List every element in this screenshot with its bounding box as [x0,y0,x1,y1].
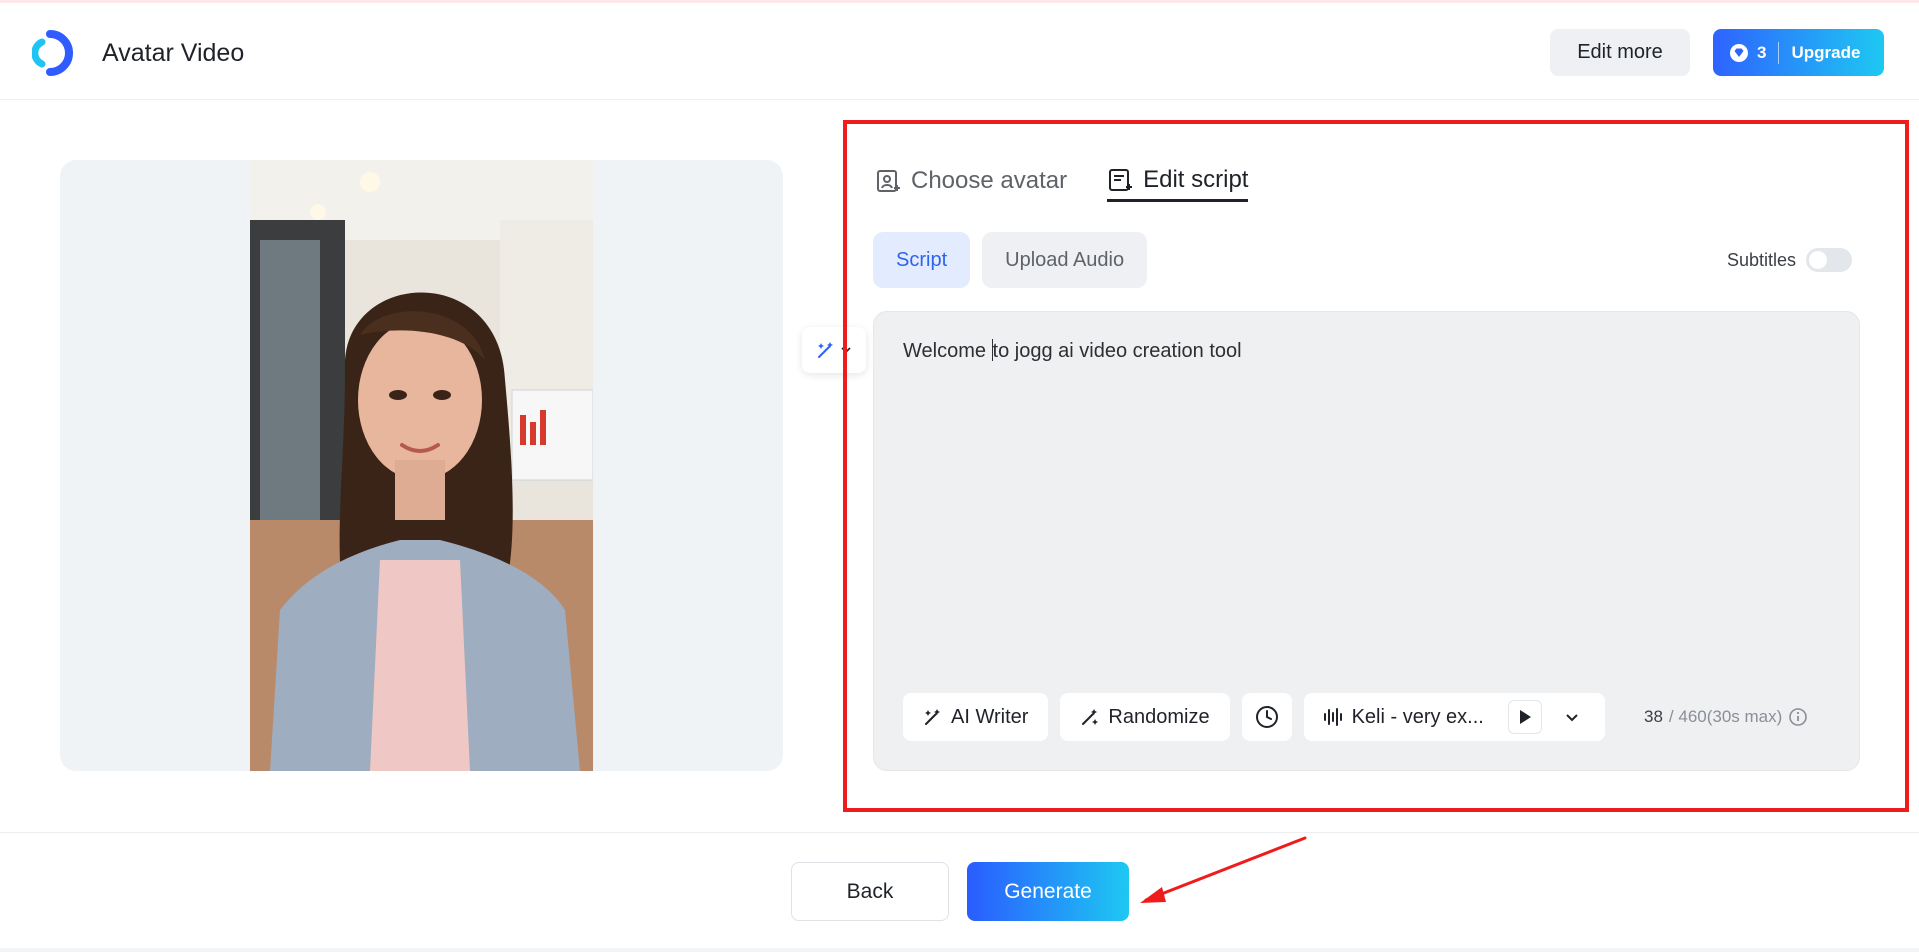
pause-timing-button[interactable] [1241,693,1292,741]
back-button[interactable]: Back [791,862,949,921]
randomize-button[interactable]: Randomize [1060,693,1230,741]
subtitles-toggle[interactable] [1806,248,1853,272]
divider [1778,41,1780,64]
magic-wand-icon [818,342,833,358]
bottom-edge [0,948,1919,952]
diamond-icon [1730,43,1748,62]
clock-icon [1255,706,1278,728]
script-editor[interactable]: Welcome to jogg ai video creation tool A… [873,311,1860,771]
upload-audio-button[interactable]: Upload Audio [982,232,1148,288]
character-limit: / 460(30s max) [1668,707,1783,726]
edit-more-button[interactable]: Edit more [1550,29,1690,76]
footer-divider [0,832,1919,833]
generate-button[interactable]: Generate [967,862,1129,921]
voice-name: Keli - very ex... [1351,705,1484,728]
upgrade-button[interactable]: 3 Upgrade [1713,29,1884,76]
app-header: Avatar Video Edit more 3 Upgrade [0,3,1919,100]
upgrade-label: Upgrade [1791,42,1861,62]
soundwave-icon [1323,708,1342,726]
chevron-down-icon[interactable] [1564,709,1580,725]
script-icon [1109,168,1133,191]
character-counter: 38 / 460(30s max) [1644,707,1808,727]
voice-selector[interactable]: Keli - very ex... [1303,693,1605,741]
jogg-logo [32,30,73,76]
script-text-end: to jogg ai video creation tool [992,340,1242,362]
ai-writer-button[interactable]: AI Writer [903,693,1049,741]
ai-writer-label: AI Writer [951,705,1029,728]
play-icon [1519,710,1531,724]
script-mode-button[interactable]: Script [873,232,971,288]
page-title: Avatar Video [102,39,245,67]
magic-wand-icon [925,709,940,725]
tab-edit-script[interactable]: Edit script [1107,160,1249,202]
sparkle-wand-icon [1082,709,1099,725]
subtitles-label: Subtitles [1727,249,1797,270]
tab-choose-avatar[interactable]: Choose avatar [875,160,1067,202]
tab-edit-script-label: Edit script [1143,165,1249,193]
subtitles-control: Subtitles [1727,248,1853,272]
randomize-label: Randomize [1108,705,1210,728]
script-text[interactable]: Welcome to jogg ai video creation tool [903,339,1242,363]
avatar-image [250,160,593,771]
character-count: 38 [1644,707,1663,726]
annotation-arrow [1140,836,1307,903]
avatar-icon [877,170,900,192]
credits-count: 3 [1757,42,1767,62]
tab-choose-avatar-label: Choose avatar [911,167,1068,194]
script-text-start: Welcome [903,340,992,362]
editor-tabs: Choose avatar Edit script [875,160,1249,202]
script-mode-switch: Script Upload Audio [873,232,1148,288]
info-icon[interactable] [1788,707,1808,727]
script-toolbar: AI Writer Randomize Keli - very ex... [903,693,1605,741]
avatar-preview [60,160,783,771]
voice-preview-play-button[interactable] [1507,700,1542,734]
